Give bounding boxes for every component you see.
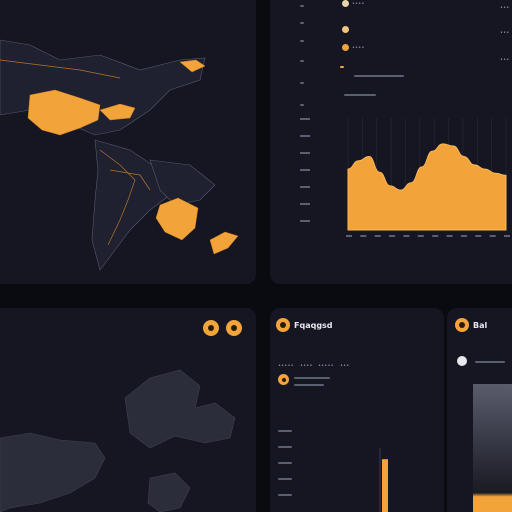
regional-map xyxy=(0,369,236,512)
x-tick-label xyxy=(417,235,424,237)
y-tick-label xyxy=(300,135,310,137)
right-marker: ••• xyxy=(500,30,510,36)
x-tick-label xyxy=(374,235,381,237)
legend-swatch xyxy=(342,44,349,51)
side-label xyxy=(475,361,505,363)
x-tick-label xyxy=(432,235,439,237)
bar-chart xyxy=(379,448,388,512)
map-land-region xyxy=(124,369,236,449)
x-tick-label xyxy=(403,235,410,237)
legend-value: •••• xyxy=(352,45,365,51)
alert-icon[interactable] xyxy=(226,320,242,336)
tick-mark xyxy=(300,40,304,42)
x-tick-label xyxy=(460,235,467,237)
side-panel: Bal xyxy=(447,308,512,512)
y-tick-label xyxy=(300,203,310,205)
world-map xyxy=(0,39,239,271)
world-map-panel xyxy=(0,0,256,284)
chart-icon[interactable] xyxy=(455,318,469,332)
y-tick-label xyxy=(300,152,310,154)
x-tick-label xyxy=(475,235,482,237)
x-tick-label xyxy=(360,235,367,237)
timeseries-panel: •••• •••• ••• ••• ••• xyxy=(270,0,512,284)
map-land-region xyxy=(0,432,106,512)
tick-mark xyxy=(300,5,304,7)
legend-swatch xyxy=(342,0,349,7)
area-chart xyxy=(300,118,510,237)
map-landmass-north xyxy=(0,39,206,136)
tick-mark xyxy=(300,60,304,62)
map-landmass-south xyxy=(91,139,171,271)
stats-panel: Fqaqgsd ••••• •••• ••••• ••• xyxy=(270,308,444,512)
right-marker: ••• xyxy=(500,57,510,63)
y-tick-label xyxy=(300,118,310,120)
map-region-highlight-4 xyxy=(209,231,239,255)
x-tick-label xyxy=(446,235,453,237)
legend-value: •••• xyxy=(352,1,365,7)
panel-title: Bal xyxy=(473,321,488,330)
x-tick-label xyxy=(346,235,352,237)
info-bullet xyxy=(340,66,344,68)
x-tick-label xyxy=(489,235,496,237)
y-tick-label xyxy=(300,169,310,171)
area-series-fill xyxy=(347,143,507,231)
bar-mark xyxy=(382,459,388,512)
info-line xyxy=(344,94,376,96)
tick-mark xyxy=(300,82,304,84)
legend-swatch xyxy=(342,26,349,33)
map-region-highlight-3 xyxy=(155,197,199,241)
y-tick-label xyxy=(300,220,310,222)
x-tick-label xyxy=(389,235,396,237)
settings-icon[interactable] xyxy=(203,320,219,336)
right-marker: ••• xyxy=(500,5,510,11)
y-tick-label xyxy=(300,186,310,188)
toggle-icon[interactable] xyxy=(457,356,467,366)
map-land-region xyxy=(147,472,191,512)
regional-map-panel xyxy=(0,308,256,512)
tick-mark xyxy=(300,104,304,106)
x-tick-label xyxy=(504,235,510,237)
info-line xyxy=(354,75,404,77)
tick-mark xyxy=(300,22,304,24)
gradient-column xyxy=(473,384,512,512)
